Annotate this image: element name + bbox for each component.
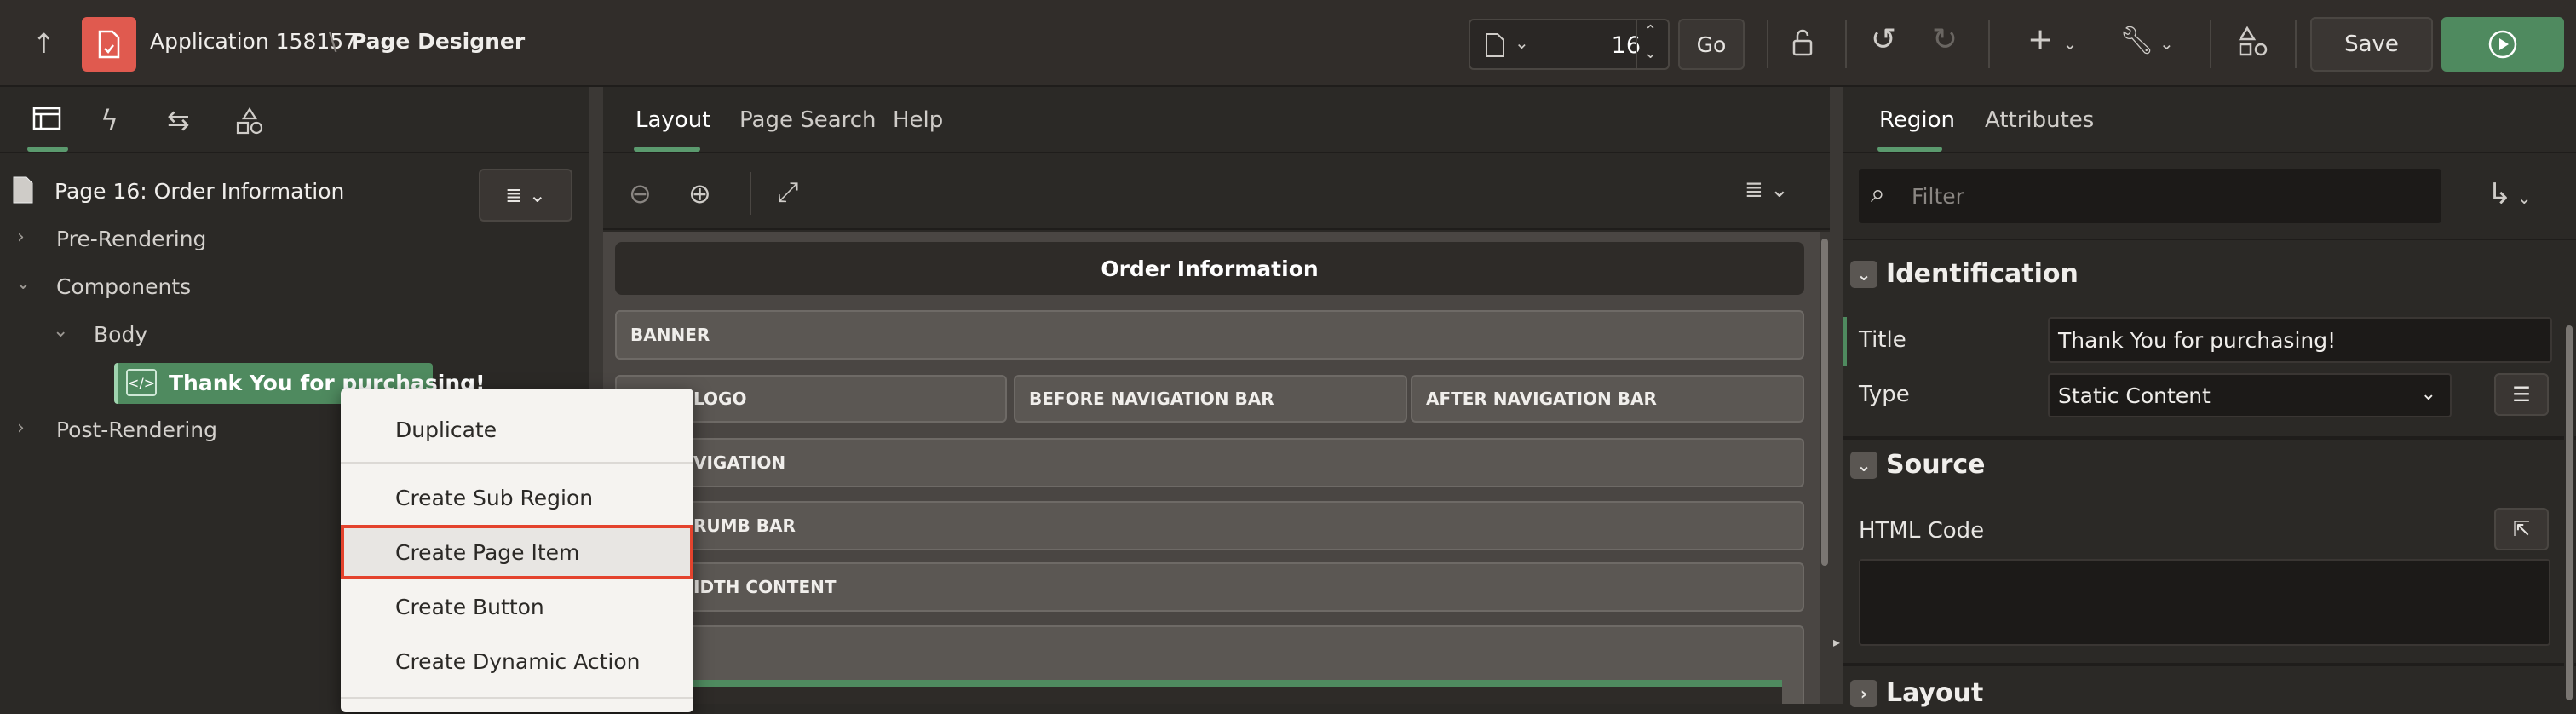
- page-title[interactable]: Page 16: Order Information: [55, 179, 344, 204]
- save-button[interactable]: Save: [2310, 17, 2433, 72]
- list-icon[interactable]: ☰: [2494, 373, 2549, 416]
- page-icon: [13, 176, 33, 204]
- zone-navigation[interactable]: VIGATION: [615, 438, 1804, 487]
- chevron-down-icon[interactable]: ⌄: [15, 273, 31, 294]
- zoom-out-icon[interactable]: ⊖: [629, 177, 652, 210]
- menu-item-create-page-item[interactable]: Create Page Item: [341, 525, 693, 579]
- chevron-right-icon[interactable]: ›: [17, 227, 25, 248]
- html-code-label: HTML Code: [1859, 518, 1985, 544]
- filter-placeholder: Filter: [1912, 184, 1964, 209]
- go-to-group-icon[interactable]: ↳ ⌄: [2487, 177, 2532, 211]
- expand-icon[interactable]: ⤢: [777, 176, 799, 209]
- tree-components[interactable]: Components: [56, 274, 191, 299]
- tab-help[interactable]: Help: [893, 107, 943, 133]
- tab-page-search[interactable]: Page Search: [739, 107, 877, 133]
- title-label: Title: [1859, 327, 1906, 353]
- breadcrumb-separator: \: [329, 27, 337, 55]
- menu-item-duplicate[interactable]: Duplicate: [341, 402, 693, 457]
- property-editor: Region Attributes ⌕ Filter ↳ ⌄ ⌄ Identif…: [1843, 87, 2576, 708]
- zone-breadcrumb-bar[interactable]: RUMB BAR: [615, 501, 1804, 550]
- create-plus-icon[interactable]: + ⌄: [2027, 22, 2077, 57]
- layout-pane: Layout Page Search Help ⊖ ⊕ ⤢ ≣ ⌄ Order …: [603, 87, 1830, 704]
- page-number-input[interactable]: 16: [1598, 32, 1641, 59]
- app-logo-icon[interactable]: [82, 17, 136, 72]
- arrow-up-icon[interactable]: ↑: [32, 27, 55, 60]
- section-identification[interactable]: ⌄ Identification: [1850, 259, 2562, 295]
- tab-layout[interactable]: Layout: [635, 107, 710, 133]
- search-icon: ⌕: [1871, 179, 1885, 209]
- property-scrollbar[interactable]: [2564, 240, 2574, 704]
- layout-scrollbar[interactable]: [1820, 232, 1830, 704]
- chevron-down-icon[interactable]: ⌄: [1850, 261, 1877, 288]
- section-source[interactable]: ⌄ Source: [1850, 450, 2562, 486]
- page-icon: [1486, 33, 1504, 57]
- menu-item-create-sub-region[interactable]: Create Sub Region: [341, 470, 693, 525]
- shared-components-icon[interactable]: [2237, 26, 2269, 61]
- shared-components-tab-icon[interactable]: [235, 107, 264, 140]
- increment-icon[interactable]: ⌃: [1644, 22, 1657, 40]
- rendering-tree-icon[interactable]: [32, 106, 61, 135]
- go-button[interactable]: Go: [1678, 19, 1745, 70]
- chevron-down-icon[interactable]: ⌄: [53, 320, 68, 342]
- chevron-down-icon[interactable]: ⌄: [1850, 452, 1877, 479]
- chevron-down-icon[interactable]: ⌄: [1515, 32, 1529, 53]
- menu-item-create-dynamic-action[interactable]: Create Dynamic Action: [341, 634, 693, 688]
- html-code-textarea[interactable]: [1859, 559, 2550, 646]
- chevron-down-icon: ⌄: [2420, 383, 2436, 405]
- tree-menu-button[interactable]: ≣ ⌄: [479, 169, 572, 222]
- layout-page-title[interactable]: Order Information: [615, 242, 1804, 295]
- menu-item-create-button[interactable]: Create Button: [341, 579, 693, 634]
- play-icon: [2488, 30, 2517, 59]
- dynamic-actions-icon[interactable]: ϟ: [101, 104, 118, 136]
- context-menu: Duplicate Create Sub Region Create Page …: [341, 389, 693, 712]
- body-region-bar[interactable]: [641, 680, 1782, 704]
- undo-icon[interactable]: ↺: [1871, 22, 1896, 57]
- tree-body[interactable]: Body: [94, 322, 147, 347]
- section-layout[interactable]: › Layout: [1850, 678, 2562, 714]
- decrement-icon[interactable]: ⌄: [1644, 44, 1657, 62]
- utilities-wrench-icon[interactable]: 🔧︎ ⌄: [2119, 24, 2174, 56]
- left-tabs: ϟ ⇆: [0, 87, 589, 153]
- zoom-in-icon[interactable]: ⊕: [688, 177, 711, 210]
- chevron-right-icon[interactable]: ›: [1850, 680, 1877, 707]
- code-editor-expand-icon[interactable]: ⇱: [2494, 508, 2549, 550]
- type-label: Type: [1859, 382, 1910, 407]
- code-icon: </>: [126, 369, 157, 396]
- tree-pre-rendering[interactable]: Pre-Rendering: [56, 227, 206, 251]
- title-input[interactable]: Thank You for purchasing!: [2048, 317, 2552, 363]
- app-name-link[interactable]: Application 158157: [150, 29, 357, 54]
- layout-toolbar: ⊖ ⊕ ⤢ ≣ ⌄: [603, 155, 1830, 230]
- selected-row-marker: [1843, 317, 1847, 366]
- page-designer-title: Page Designer: [351, 29, 526, 54]
- lock-icon[interactable]: [1787, 27, 1818, 61]
- processing-icon[interactable]: ⇆: [167, 104, 190, 136]
- tab-region[interactable]: Region: [1879, 107, 1955, 133]
- zone-after-navigation-bar[interactable]: AFTER NAVIGATION BAR: [1411, 375, 1804, 423]
- run-page-button[interactable]: [2441, 17, 2564, 72]
- page-selector[interactable]: ⌄ 16 ⌃ ⌄: [1469, 19, 1670, 70]
- zone-full-width-content[interactable]: IDTH CONTENT: [615, 562, 1804, 612]
- layout-canvas: Order Information BANNER LOGO BEFORE NAV…: [603, 232, 1820, 704]
- redo-icon[interactable]: ↻: [1932, 22, 1958, 57]
- layout-menu-icon[interactable]: ≣ ⌄: [1745, 177, 1789, 203]
- right-splitter[interactable]: ▸: [1830, 87, 1843, 704]
- filter-input[interactable]: ⌕ Filter: [1859, 169, 2441, 223]
- chevron-right-icon[interactable]: ›: [17, 417, 25, 439]
- tab-attributes[interactable]: Attributes: [1985, 107, 2094, 133]
- zone-before-navigation-bar[interactable]: BEFORE NAVIGATION BAR: [1014, 375, 1407, 423]
- type-select[interactable]: Static Content ⌄: [2048, 373, 2452, 417]
- top-toolbar: ↑ Application 158157 \ Page Designer ⌄ 1…: [0, 0, 2576, 87]
- center-tabs: Layout Page Search Help: [603, 87, 1830, 153]
- zone-banner[interactable]: BANNER: [615, 310, 1804, 360]
- tree-post-rendering[interactable]: Post-Rendering: [56, 417, 217, 442]
- right-tabs: Region Attributes: [1843, 87, 2576, 153]
